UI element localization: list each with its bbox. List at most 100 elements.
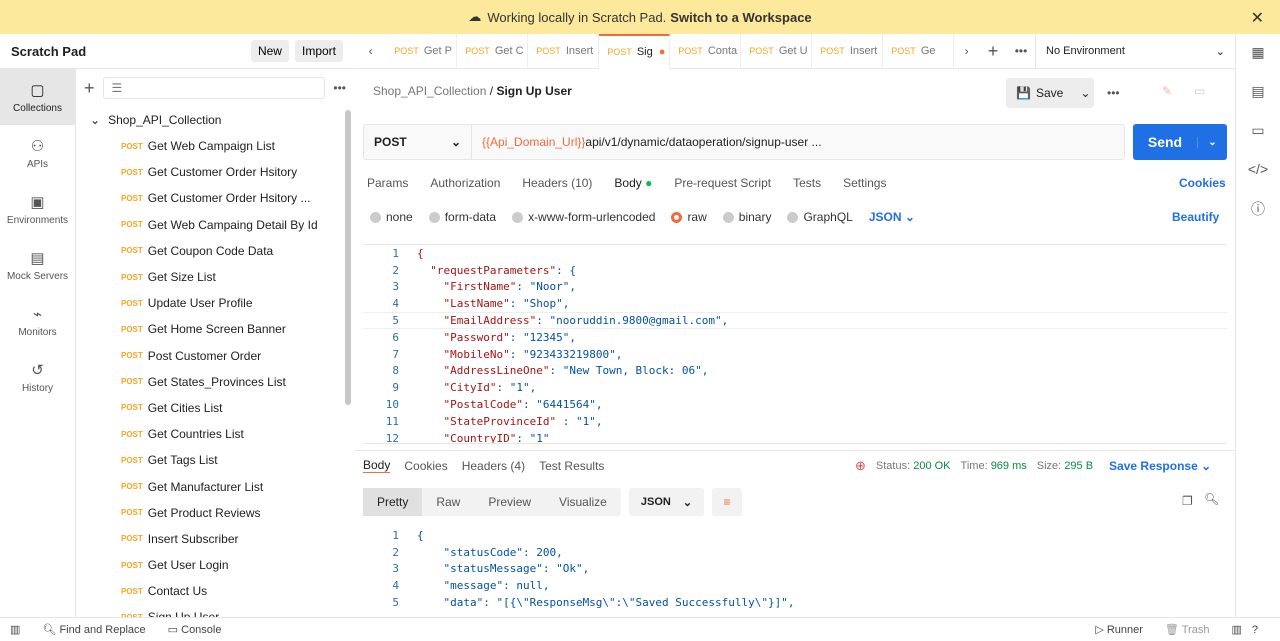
request-item[interactable]: POST Get Size List (76, 264, 354, 290)
request-tab[interactable]: POST Insert (528, 33, 600, 69)
request-item[interactable]: POST Get Coupon Code Data (76, 238, 354, 264)
layout-icon[interactable]: ▥ (1231, 623, 1241, 636)
view-pretty[interactable]: Pretty (363, 488, 423, 516)
save-response-button[interactable]: Save Response ⌄ (1109, 459, 1211, 473)
response-format-select[interactable]: JSON ⌄ (628, 488, 705, 516)
request-item[interactable]: POSTSign Up User (76, 604, 354, 617)
send-button[interactable]: Send ⌄ (1133, 124, 1227, 160)
wrap-lines-icon[interactable]: ≡ (712, 488, 743, 516)
request-tab[interactable]: POST Ge (883, 33, 955, 69)
code-icon[interactable]: </> (1248, 161, 1268, 177)
environment-quick-look-icon[interactable]: ▦ (1251, 44, 1264, 61)
radio[interactable] (787, 211, 799, 223)
rail-item-history[interactable]: ↺ History (0, 349, 75, 405)
tab-params[interactable]: Params (367, 176, 408, 190)
method-select[interactable]: POST ⌄ (364, 125, 472, 159)
tab-settings[interactable]: Settings (843, 176, 886, 190)
copy-icon[interactable]: ❐ (1182, 494, 1193, 508)
comments-icon[interactable]: ▭ (1251, 122, 1264, 139)
comment-icon[interactable]: ▭ (1194, 84, 1205, 98)
radio[interactable] (722, 211, 734, 223)
environment-select[interactable]: No Environment ⌄ (1035, 34, 1235, 69)
request-item[interactable]: POST Get Web Campaing Detail By Id (76, 212, 354, 238)
request-item[interactable]: POST Get Customer Order Hsitory ... (76, 185, 354, 211)
request-item[interactable]: POST Get User Login (76, 552, 354, 578)
request-tab[interactable]: POST Conta (670, 33, 742, 69)
rail-item-apis[interactable]: ⚇ APIs (0, 125, 75, 181)
rail-item-mock-servers[interactable]: ▤ Mock Servers (0, 237, 75, 293)
tab-authorization[interactable]: Authorization (430, 176, 500, 190)
beautify-link[interactable]: Beautify (1172, 210, 1219, 224)
collection-item[interactable]: ⌄ Shop_API_Collection (76, 107, 354, 133)
body-type-x-www-form-urlencoded[interactable]: x-www-form-urlencoded (512, 210, 655, 224)
request-tab[interactable]: POST Insert (812, 33, 884, 69)
switch-workspace-link[interactable]: Switch to a Workspace (670, 10, 811, 25)
search-icon[interactable]: 🔍︎ (1204, 492, 1219, 506)
body-type-form-data[interactable]: form-data (428, 210, 496, 224)
tab-body[interactable]: Body ● (614, 176, 652, 190)
help-icon[interactable]: ? (1252, 624, 1258, 636)
rail-item-collections[interactable]: ▢ Collections (0, 69, 75, 125)
response-tab-body[interactable]: Body (363, 458, 391, 473)
request-item[interactable]: POST Get Countries List (76, 421, 354, 447)
request-item[interactable]: POST Get Cities List (76, 395, 354, 421)
request-item[interactable]: POST Get Manufacturer List (76, 473, 354, 499)
edit-icon[interactable]: ✎ (1162, 84, 1172, 98)
new-tab-icon[interactable]: + (979, 41, 1007, 62)
more-icon[interactable]: ••• (1007, 44, 1035, 58)
request-item[interactable]: POST Get States_Provinces List (76, 369, 354, 395)
network-globe-icon[interactable]: ⊕ (855, 458, 866, 474)
documentation-icon[interactable]: ▤ (1251, 83, 1264, 100)
request-tab[interactable]: POST Sig ● (599, 33, 671, 69)
request-item[interactable]: POST Post Customer Order (76, 343, 354, 369)
body-type-raw[interactable]: raw (671, 210, 707, 224)
request-item[interactable]: POST Get Tags List (76, 447, 354, 473)
request-item[interactable]: POST Update User Profile (76, 290, 354, 316)
info-icon[interactable]: ⓘ (1251, 199, 1265, 219)
radio[interactable] (370, 211, 381, 223)
runner-button[interactable]: ▷ Runner (1095, 623, 1143, 636)
request-tab[interactable]: POST Get U (741, 33, 813, 69)
chevron-down-icon[interactable]: ⌄ (1197, 136, 1227, 148)
sidebar-scrollbar[interactable] (345, 110, 351, 405)
body-type-GraphQL[interactable]: GraphQL (787, 210, 853, 224)
request-item[interactable]: POST Get Home Screen Banner (76, 316, 354, 342)
rail-item-monitors[interactable]: ⌁ Monitors (0, 293, 75, 349)
radio[interactable] (671, 211, 683, 223)
tab-headers[interactable]: Headers (10) (522, 176, 592, 190)
new-button[interactable]: New (250, 40, 289, 62)
request-body-editor[interactable]: 1{2 "requestParameters": {3 "FirstName":… (363, 244, 1227, 444)
find-replace-button[interactable]: 🔍︎ Find and Replace (42, 623, 145, 636)
console-button[interactable]: ▭ Console (168, 623, 222, 636)
request-item[interactable]: POST Insert Subscriber (76, 526, 354, 552)
url-input[interactable]: {{Api_Domain_Url}}api/v1/dynamic/dataope… (472, 135, 822, 149)
request-item[interactable]: POST Contact Us (76, 578, 354, 604)
add-icon[interactable]: + (84, 78, 95, 99)
more-icon[interactable]: ••• (333, 81, 346, 95)
save-button[interactable]: 💾 Save ⌄ (1006, 78, 1094, 108)
body-format-select[interactable]: JSON ⌄ (869, 210, 915, 224)
request-item[interactable]: POST Get Web Campaign List (76, 133, 354, 159)
body-type-binary[interactable]: binary (722, 210, 771, 224)
request-tab[interactable]: POST Get P (386, 33, 458, 69)
body-type-none[interactable]: none (370, 210, 413, 224)
tab-pre-request[interactable]: Pre-request Script (674, 176, 771, 190)
response-tab-headers[interactable]: Headers (4) (462, 459, 525, 473)
response-tab-test[interactable]: Test Results (539, 459, 604, 473)
chevron-down-icon[interactable]: ⌄ (1080, 86, 1090, 100)
toggle-sidebar-icon[interactable]: ▥ (10, 623, 20, 636)
view-preview[interactable]: Preview (474, 488, 545, 516)
radio[interactable] (428, 211, 440, 223)
view-raw[interactable]: Raw (422, 488, 474, 516)
chevron-right-icon[interactable]: › (954, 44, 979, 58)
more-icon[interactable]: ••• (1107, 86, 1120, 100)
filter-input[interactable]: ☰ (102, 77, 326, 99)
radio[interactable] (512, 211, 524, 223)
view-visualize[interactable]: Visualize (545, 488, 621, 516)
request-tab[interactable]: POST Get C (457, 33, 529, 69)
tab-tests[interactable]: Tests (793, 176, 821, 190)
request-item[interactable]: POST Get Customer Order Hsitory (76, 159, 354, 185)
chevron-left-icon[interactable]: ‹ (355, 44, 386, 58)
import-button[interactable]: Import (294, 40, 343, 62)
request-item[interactable]: POST Get Product Reviews (76, 500, 354, 526)
